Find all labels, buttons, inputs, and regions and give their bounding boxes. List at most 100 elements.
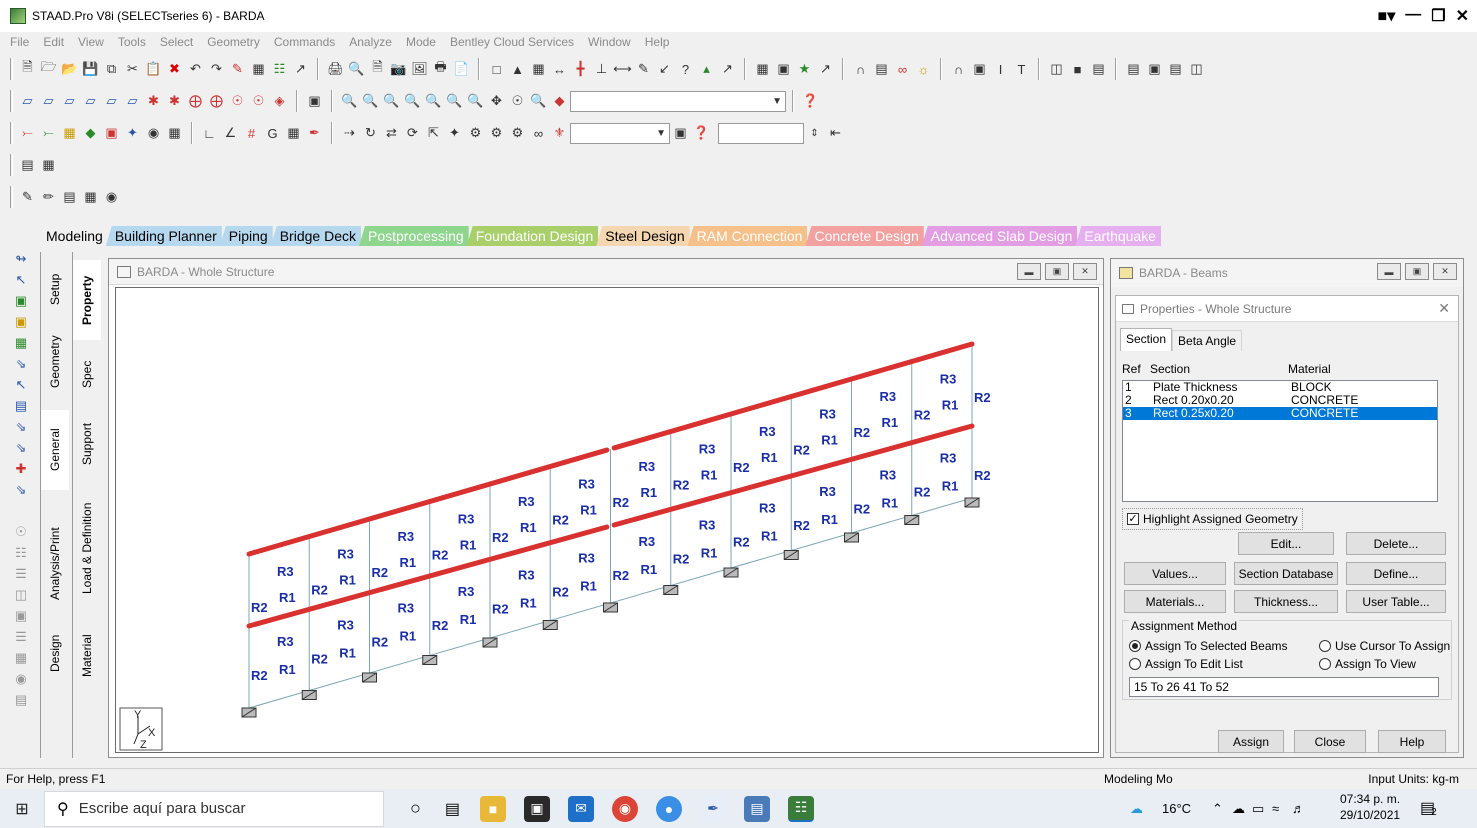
page-tab-modeling[interactable]: Modeling <box>40 226 108 246</box>
draw-icon[interactable]: ✒ <box>305 124 324 143</box>
label-r2[interactable]: R2 <box>251 668 268 683</box>
fill-icon[interactable]: ◆ <box>550 92 569 111</box>
label-r3[interactable]: R3 <box>759 501 776 516</box>
label-r3[interactable]: R3 <box>398 529 415 544</box>
label-r1[interactable]: R1 <box>821 433 838 448</box>
model-canvas[interactable]: R3 R1 R3 R1 R2 R2 R3 R1 R3 R1 R2 R2 R3 R1 R3 R1 R2 R2 R3 R1… <box>115 287 1099 753</box>
rotate-left-icon[interactable]: ⨁ <box>207 92 226 111</box>
open-file-icon[interactable]: 🗁 <box>39 59 58 79</box>
label-r2[interactable]: R2 <box>251 600 268 615</box>
extrude-icon[interactable]: ⚙ <box>508 124 527 143</box>
radio-icon[interactable]: ◉ <box>102 188 121 207</box>
radio-cursor-dot[interactable] <box>1319 640 1331 652</box>
label-r1[interactable]: R1 <box>701 468 718 483</box>
label-r3[interactable]: R3 <box>880 389 897 404</box>
rotate-icon[interactable]: ⟳ <box>403 124 422 143</box>
select-beams-icon[interactable]: ⤚ <box>39 124 58 143</box>
mirror-icon[interactable]: ⇄ <box>382 124 401 143</box>
help-icon[interactable]: ❓ <box>801 92 820 111</box>
view-front-icon[interactable]: ▱ <box>18 92 37 111</box>
task-view-icon[interactable]: ▤ <box>445 799 460 819</box>
label-r2[interactable]: R2 <box>552 513 569 528</box>
radio-selected-beams-dot[interactable] <box>1129 640 1141 652</box>
axis-y-label[interactable]: Y <box>134 709 142 721</box>
label-r2[interactable]: R2 <box>854 425 871 440</box>
report-icon[interactable]: 🗎 <box>368 59 387 79</box>
zoom-window-icon[interactable]: 🔍 <box>361 92 380 111</box>
axis-z-label[interactable]: Z <box>140 739 147 751</box>
beams-minimize-button[interactable]: ▬ <box>1377 263 1401 280</box>
staad-taskbar-icon[interactable]: ☷ <box>788 795 814 822</box>
split-icon[interactable]: ⚙ <box>487 124 506 143</box>
stretch-icon[interactable]: ⇱ <box>424 124 443 143</box>
add-beam-icon[interactable]: ∟ <box>200 124 219 143</box>
connect-beams-icon[interactable]: ∠ <box>221 124 240 143</box>
close-button[interactable]: ✕ <box>1456 6 1469 26</box>
section-row[interactable]: 3 Rect 0.25x0.20 CONCRETE <box>1123 407 1437 420</box>
mid-beam-right[interactable] <box>611 423 975 528</box>
label-r3[interactable]: R3 <box>458 584 475 599</box>
page-tab-piping[interactable]: Piping <box>219 226 273 246</box>
query-icon[interactable]: ❓ <box>692 124 711 143</box>
label-r3[interactable]: R3 <box>578 551 595 566</box>
vtab-support[interactable]: Support <box>73 408 101 480</box>
open-folder-icon[interactable]: 📂 <box>60 60 79 79</box>
label-r1[interactable]: R1 <box>520 595 537 610</box>
pan-icon[interactable]: ✥ <box>487 92 506 111</box>
delete-icon[interactable]: ✖ <box>165 60 184 79</box>
member-spec-icon[interactable]: ▣ <box>970 60 989 79</box>
window-save-icon[interactable]: ▣ <box>1145 60 1164 79</box>
label-r1[interactable]: R1 <box>460 612 477 627</box>
menu-edit[interactable]: Edit <box>43 35 64 49</box>
view-right-icon[interactable]: ▱ <box>81 92 100 111</box>
label-r3[interactable]: R3 <box>337 617 354 632</box>
mid-beam-left[interactable] <box>246 524 610 629</box>
page-tab-bridge-deck[interactable]: Bridge Deck <box>270 226 361 246</box>
dimension-beam-icon[interactable]: ☉ <box>12 523 30 541</box>
page-tab-building-planner[interactable]: Building Planner <box>105 226 222 246</box>
menu-view[interactable]: View <box>78 35 104 49</box>
label-r3[interactable]: R3 <box>880 467 897 482</box>
page-tab-concrete-design[interactable]: Concrete Design <box>805 226 924 246</box>
zoom-all-icon[interactable]: 🔍 <box>340 92 359 111</box>
section-list[interactable]: 1 Plate Thickness BLOCK 2 Rect 0.20x0.20 CONC… <box>1122 380 1438 502</box>
cortana-icon[interactable]: ○ <box>410 798 421 819</box>
label-r3[interactable]: R3 <box>819 484 836 499</box>
close-button-panel[interactable]: Close <box>1294 730 1366 753</box>
view-top-icon[interactable]: ▱ <box>102 92 121 111</box>
page-tab-postprocessing[interactable]: Postprocessing <box>358 226 469 246</box>
plate-cursor-icon[interactable]: ▣ <box>12 292 30 310</box>
node-table-icon[interactable]: ▤ <box>60 188 79 207</box>
radio-cursor[interactable]: Use Cursor To Assign <box>1319 639 1450 653</box>
magnify-icon[interactable]: 🔍 <box>529 92 548 111</box>
export-icon[interactable]: 📄 <box>452 60 471 79</box>
label-r1[interactable]: R1 <box>701 545 718 560</box>
label-r2[interactable]: R2 <box>854 501 871 516</box>
member-cursor-icon[interactable]: ▤ <box>12 397 30 415</box>
menu-geometry[interactable]: Geometry <box>207 35 260 49</box>
menu-tools[interactable]: Tools <box>118 35 146 49</box>
print-preview-icon[interactable]: 🔍 <box>347 60 366 79</box>
edit-button[interactable]: Edit... <box>1238 532 1334 555</box>
vtab-spec[interactable]: Spec <box>73 344 101 404</box>
top-beam-left[interactable] <box>246 447 610 557</box>
materials-button[interactable]: Materials... <box>1124 590 1226 613</box>
select-table-icon[interactable]: ▦ <box>165 124 184 143</box>
window-icon[interactable]: ▤ <box>1124 60 1143 79</box>
group-cursor-icon[interactable]: ⇘ <box>12 439 30 457</box>
select-geometry-icon[interactable]: ✦ <box>123 124 142 143</box>
copy-icon[interactable]: ⧉ <box>102 60 121 79</box>
wizard-icon[interactable]: ★ <box>795 60 814 79</box>
label-r1[interactable]: R1 <box>761 529 778 544</box>
values-button[interactable]: Values... <box>1124 562 1226 585</box>
label-r3[interactable]: R3 <box>819 407 836 422</box>
label-r1[interactable]: R1 <box>882 415 899 430</box>
undo-icon[interactable]: ↶ <box>186 60 205 79</box>
beam-cursor-icon[interactable]: ↖ <box>12 271 30 289</box>
assign-button[interactable]: Assign <box>1218 730 1284 753</box>
symbols-icon[interactable]: ◉ <box>12 670 30 688</box>
rotate-down-icon[interactable]: ⨁ <box>186 92 205 111</box>
volume-icon[interactable]: ♬ <box>1292 801 1305 816</box>
windows-start-icon[interactable]: ⊞ <box>0 799 44 819</box>
label-r2[interactable]: R2 <box>793 518 810 533</box>
